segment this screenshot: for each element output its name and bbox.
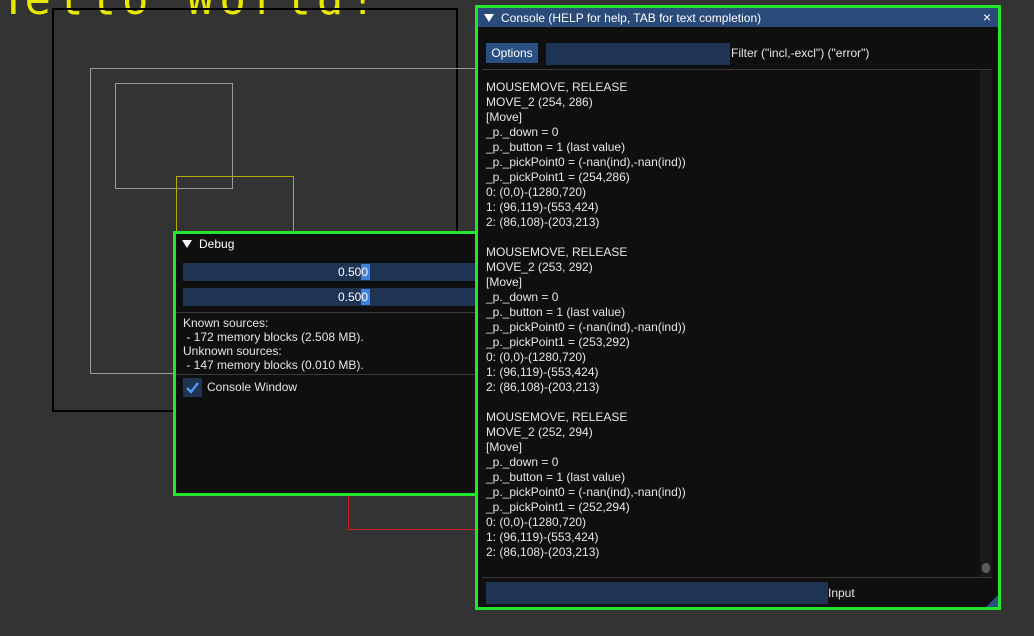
options-button[interactable]: Options — [486, 43, 538, 63]
close-icon[interactable]: × — [983, 8, 991, 27]
debug-window[interactable]: Debug 0.500 0.500 Known sources: - 172 m… — [173, 231, 523, 496]
console-input[interactable] — [486, 582, 828, 604]
slider-1-value: 0.500 — [337, 265, 369, 279]
log-line: MOVE_2 (252, 294) — [486, 425, 593, 439]
unknown-sources-detail: - 147 memory blocks (0.010 MB). — [183, 358, 364, 372]
log-line: [Move] — [486, 275, 523, 289]
log-line: 2: (86,108)-(203,213) — [486, 545, 600, 559]
known-sources-detail: - 172 memory blocks (2.508 MB). — [183, 330, 364, 344]
log-line: _p._pickPoint1 = (253,292) — [486, 335, 630, 349]
log-line: [Move] — [486, 110, 523, 124]
log-line: _p._down = 0 — [486, 455, 559, 469]
known-sources-label: Known sources: — [183, 316, 269, 330]
debug-titlebar[interactable]: Debug — [176, 234, 482, 253]
log-line: _p._pickPoint1 = (254,286) — [486, 170, 630, 184]
log-line: 1: (96,119)-(553,424) — [486, 200, 599, 214]
log-line — [486, 230, 686, 245]
collapse-triangle-icon[interactable] — [484, 13, 494, 22]
log-line: MOVE_2 (254, 286) — [486, 95, 593, 109]
console-window[interactable]: Console (HELP for help, TAB for text com… — [475, 5, 1001, 610]
console-log[interactable]: MOUSEMOVE, RELEASE MOVE_2 (254, 286) [Move… — [482, 69, 992, 578]
log-line: _p._button = 1 (last value) — [486, 305, 626, 319]
slider-2[interactable]: 0.500 — [183, 288, 523, 306]
scrollbar-thumb[interactable] — [982, 563, 990, 573]
debug-title: Debug — [199, 236, 235, 251]
log-line: 1: (96,119)-(553,424) — [486, 365, 599, 379]
log-line: MOUSEMOVE, RELEASE — [486, 80, 628, 94]
filter-label: Filter ("incl,-excl") ("error") — [731, 46, 870, 60]
log-line: _p._down = 0 — [486, 125, 559, 139]
slider-1[interactable]: 0.500 — [183, 263, 523, 281]
unknown-sources-label: Unknown sources: — [183, 344, 282, 358]
log-line: 0: (0,0)-(1280,720) — [486, 350, 587, 364]
scrollbar[interactable] — [980, 70, 992, 577]
console-title: Console (HELP for help, TAB for text com… — [501, 10, 762, 25]
yellow-rect — [176, 176, 294, 238]
log-line: MOUSEMOVE, RELEASE — [486, 245, 628, 259]
console-window-checkbox-label[interactable]: Console Window — [207, 380, 297, 394]
checkmark-icon — [186, 382, 199, 394]
log-line: 1: (96,119)-(553,424) — [486, 530, 599, 544]
log-line: [Move] — [486, 440, 523, 454]
log-line: _p._button = 1 (last value) — [486, 140, 626, 154]
log-line: _p._button = 1 (last value) — [486, 470, 626, 484]
log-lines: MOUSEMOVE, RELEASE MOVE_2 (254, 286) [Move… — [486, 80, 686, 560]
resize-grip[interactable] — [986, 595, 998, 607]
log-line: _p._pickPoint0 = (-nan(ind),-nan(ind)) — [486, 320, 686, 334]
log-line: _p._pickPoint0 = (-nan(ind),-nan(ind)) — [486, 485, 686, 499]
filter-input[interactable] — [546, 43, 730, 65]
log-line: 2: (86,108)-(203,213) — [486, 215, 600, 229]
slider-2-value: 0.500 — [337, 290, 369, 304]
log-line: MOUSEMOVE, RELEASE — [486, 410, 628, 424]
separator — [176, 374, 496, 375]
log-line: _p._down = 0 — [486, 290, 559, 304]
log-line: _p._pickPoint1 = (252,294) — [486, 500, 630, 514]
collapse-triangle-icon[interactable] — [182, 239, 192, 248]
log-line: 0: (0,0)-(1280,720) — [486, 185, 587, 199]
console-window-checkbox[interactable] — [183, 378, 202, 397]
log-line: 2: (86,108)-(203,213) — [486, 380, 600, 394]
log-line: MOVE_2 (253, 292) — [486, 260, 593, 274]
log-line: 0: (0,0)-(1280,720) — [486, 515, 587, 529]
log-line: _p._pickPoint0 = (-nan(ind),-nan(ind)) — [486, 155, 686, 169]
console-input-label: Input — [828, 586, 855, 600]
separator — [176, 312, 496, 313]
log-line — [486, 395, 686, 410]
console-titlebar[interactable]: Console (HELP for help, TAB for text com… — [478, 8, 998, 27]
gray-rect-small — [115, 83, 233, 189]
